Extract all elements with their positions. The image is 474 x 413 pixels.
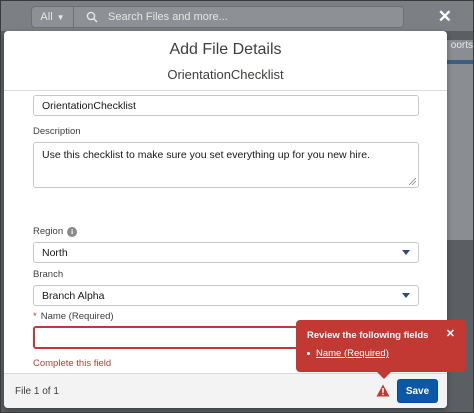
branch-select[interactable]: Branch Alpha (33, 285, 419, 306)
region-value: North (42, 246, 68, 259)
search-scope-dropdown[interactable]: All ▼ (32, 7, 74, 27)
modal-subtitle: OrientationChecklist (167, 67, 284, 82)
warning-icon[interactable] (376, 384, 390, 397)
search-icon (86, 11, 98, 23)
title-input[interactable]: OrientationChecklist (33, 95, 419, 116)
modal-header: Add File Details OrientationChecklist (4, 31, 447, 91)
background-panel (446, 40, 474, 240)
chevron-down-icon (402, 293, 410, 298)
description-field: Description Use this checklist to make s… (33, 126, 419, 188)
error-link-name-required[interactable]: Name (Required) (316, 348, 389, 359)
description-textarea[interactable]: Use this checklist to make sure you set … (33, 142, 419, 188)
global-search[interactable]: All ▼ Search Files and more... (31, 6, 404, 28)
background-tab-indicator (447, 60, 473, 64)
close-icon[interactable]: ✕ (446, 327, 455, 340)
save-button[interactable]: Save (397, 379, 438, 403)
required-asterisk: * (33, 311, 37, 322)
chevron-down-icon (402, 250, 410, 255)
error-popover-title: Review the following fields (307, 330, 429, 341)
region-label: Region (33, 226, 64, 237)
close-icon[interactable]: ✕ (438, 8, 452, 25)
region-select[interactable]: North (33, 242, 419, 263)
branch-field: Branch Branch Alpha (33, 269, 419, 306)
description-label: Description (33, 126, 81, 137)
resize-handle-icon[interactable] (409, 178, 416, 185)
info-icon[interactable]: i (67, 226, 78, 237)
error-list-item: Name (Required) (307, 348, 389, 359)
background-tab-label: oorts (450, 40, 473, 51)
title-field: OrientationChecklist (33, 95, 419, 116)
chevron-down-icon: ▼ (56, 12, 65, 22)
branch-label: Branch (33, 269, 64, 280)
search-scope-label: All (40, 11, 53, 23)
name-label: Name (Required) (40, 311, 114, 322)
bullet-icon (307, 352, 310, 355)
global-header: All ▼ Search Files and more... (1, 1, 473, 31)
file-count: File 1 of 1 (15, 386, 59, 397)
region-field: Region i North (33, 226, 419, 263)
modal-title: Add File Details (169, 41, 282, 58)
title-input-value: OrientationChecklist (42, 99, 136, 112)
error-popover: Review the following fields ✕ Name (Requ… (296, 320, 466, 379)
search-placeholder: Search Files and more... (108, 11, 228, 23)
branch-value: Branch Alpha (42, 289, 105, 302)
description-value: Use this checklist to make sure you set … (42, 149, 370, 161)
